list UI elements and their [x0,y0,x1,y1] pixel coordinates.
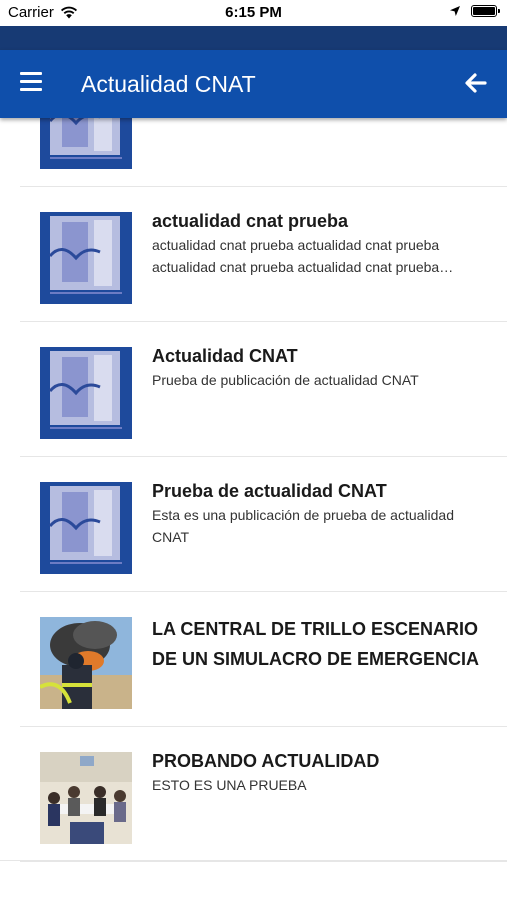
item-thumbnail [40,347,132,439]
item-description: Prueba de publicación de actualidad CNAT [152,372,419,388]
item-thumbnail [40,617,132,709]
page-title: Actualidad CNAT [81,71,256,97]
app-bar: Actualidad CNAT [0,50,507,118]
status-bar: Carrier 6:15 PM [0,0,507,26]
item-description: actualidad cnat prueba actualidad cnat p… [152,237,440,275]
list-item[interactable] [20,118,507,187]
list-item[interactable]: actualidad cnat prueba actualidad cnat p… [20,187,507,322]
item-title: PROBANDO ACTUALIDAD [152,751,380,771]
list-end-divider [0,860,507,861]
status-time: 6:15 PM [225,4,282,21]
item-thumbnail [40,118,132,169]
item-title: Actualidad CNAT [152,346,298,366]
list-item[interactable]: LA CENTRAL DE TRILLO ESCENARIO DE UN SIM… [20,592,507,727]
item-title: actualidad cnat prueba [152,211,349,231]
list-item[interactable]: PROBANDO ACTUALIDAD ESTO ES UNA PRUEBA [20,727,507,862]
item-description: Esta es una publicación de prueba de act… [152,507,454,545]
item-description: ESTO ES UNA PRUEBA [152,777,307,793]
list-item[interactable]: Actualidad CNAT Prueba de publicación de… [20,322,507,457]
item-title: LA CENTRAL DE TRILLO ESCENARIO DE UN SIM… [152,619,480,669]
news-list: actualidad cnat prueba actualidad cnat p… [0,118,507,900]
back-arrow-icon[interactable] [463,70,489,96]
status-right [449,5,500,17]
item-thumbnail [40,212,132,304]
item-thumbnail [40,482,132,574]
location-icon [450,6,460,16]
battery-icon [471,5,500,17]
list-item[interactable]: Prueba de actualidad CNAT Esta es una pu… [20,457,507,592]
header-strip [0,26,507,50]
item-thumbnail [40,752,132,844]
menu-icon[interactable] [20,72,42,91]
item-title: Prueba de actualidad CNAT [152,481,387,501]
